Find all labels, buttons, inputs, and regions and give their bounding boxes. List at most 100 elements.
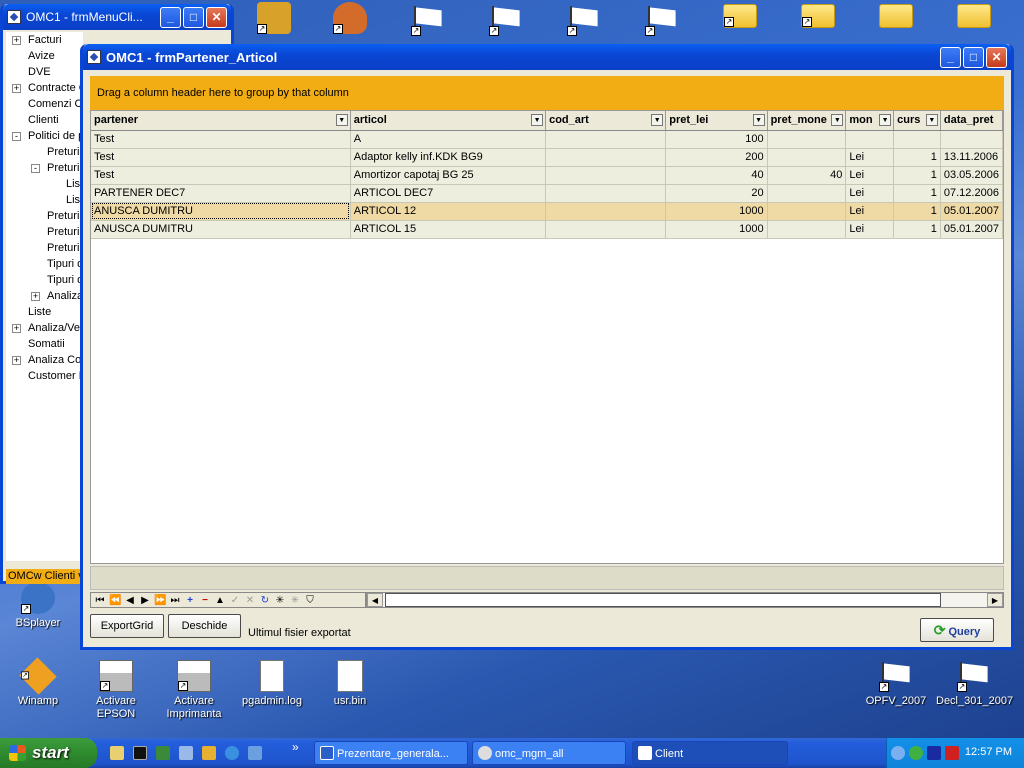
tree-item[interactable]: Liste	[6, 304, 83, 320]
column-header[interactable]: articol ▼	[350, 111, 547, 131]
maximize-button[interactable]: □	[963, 47, 984, 68]
tree-item[interactable]: Preturi p	[6, 208, 83, 224]
table-cell[interactable]: 1000	[665, 220, 768, 239]
column-filter-dropdown-icon[interactable]: ▼	[752, 114, 765, 126]
table-cell[interactable]	[545, 166, 667, 185]
table-row[interactable]: Test Amortizor capotaj BG 25 40 40 Lei 1 03.05…	[91, 166, 1003, 185]
tree-item[interactable]: Clienti	[6, 112, 83, 128]
table-cell[interactable]: 40	[665, 166, 768, 185]
tree-item[interactable]: + Contracte C	[6, 80, 83, 96]
network-icon[interactable]	[179, 746, 193, 760]
table-cell[interactable]: Amortizor capotaj BG 25	[350, 166, 547, 185]
show-desktop-icon[interactable]	[110, 746, 124, 760]
table-cell[interactable]	[545, 184, 667, 203]
table-cell[interactable]: ARTICOL 15	[350, 220, 547, 239]
tree-item[interactable]: List	[6, 192, 83, 208]
next-record-icon[interactable]: ▶	[139, 595, 151, 606]
internet-explorer-icon[interactable]	[225, 746, 239, 760]
desktop-folder-3[interactable]	[858, 4, 934, 31]
desktop-icon-flag-2[interactable]: ↗	[468, 4, 544, 39]
table-cell[interactable]	[767, 220, 847, 239]
desktop-icon-opfv-2007[interactable]: ↗ OPFV_2007	[858, 660, 934, 708]
table-cell[interactable]	[767, 184, 847, 203]
column-filter-dropdown-icon[interactable]: ▼	[335, 114, 348, 126]
filter-icon[interactable]: ⛉	[304, 595, 316, 606]
table-cell[interactable]: Test	[91, 148, 351, 167]
desktop-icon-winamp[interactable]: ↗ Winamp	[0, 657, 76, 708]
photo-icon[interactable]	[156, 746, 170, 760]
desktop-icon-activare-imprimanta[interactable]: ↗ Activare Imprimanta	[156, 660, 232, 721]
command-prompt-icon[interactable]	[133, 746, 147, 760]
table-cell[interactable]: 1	[893, 166, 941, 185]
tree-item[interactable]: DVE	[6, 64, 83, 80]
desktop-folder-1[interactable]: ↗	[702, 4, 778, 31]
minimize-button[interactable]: _	[940, 47, 961, 68]
column-filter-dropdown-icon[interactable]: ▼	[531, 114, 544, 126]
tree-item[interactable]: -Preturi p	[6, 160, 83, 176]
quicklaunch-more-icon[interactable]: »	[292, 740, 299, 754]
post-icon[interactable]: ✓	[229, 595, 241, 606]
collapse-icon[interactable]: -	[12, 132, 21, 141]
next-page-icon[interactable]: ⏩	[154, 595, 166, 606]
scroll-thumb[interactable]	[385, 593, 941, 607]
tree-item[interactable]: + Analiza/Ver	[6, 320, 83, 336]
scroll-left-icon[interactable]: ◀	[367, 593, 383, 607]
tree-item[interactable]: Tipuri d	[6, 272, 83, 288]
table-cell[interactable]	[767, 148, 847, 167]
edit-icon[interactable]: ▲	[214, 595, 226, 606]
table-cell[interactable]: ANUSCA DUMITRU	[91, 220, 351, 239]
desktop-icon-flag-4[interactable]: ↗	[624, 4, 700, 39]
table-cell[interactable]: 40	[767, 166, 847, 185]
maximize-button[interactable]: □	[183, 7, 204, 28]
table-cell[interactable]	[545, 202, 667, 221]
column-filter-dropdown-icon[interactable]: ▼	[651, 114, 664, 126]
tree-item[interactable]: + Facturi	[6, 32, 83, 48]
desktop-icon-decl-301-2007[interactable]: ↗ Decl_301_2007	[936, 660, 1013, 708]
column-filter-dropdown-icon[interactable]: ▼	[831, 114, 844, 126]
column-header[interactable]: data_pret	[940, 111, 1003, 131]
tree-item[interactable]: Comenzi Cli	[6, 96, 83, 112]
table-cell[interactable]: Lei	[845, 220, 895, 239]
goto-bookmark-icon[interactable]: ✳	[289, 595, 301, 606]
column-header[interactable]: cod_art ▼	[545, 111, 667, 131]
last-page-icon[interactable]: ⏭	[169, 595, 181, 606]
column-filter-dropdown-icon[interactable]: ▼	[879, 114, 892, 126]
table-cell[interactable]	[545, 220, 667, 239]
desktop-icon-usr-bin[interactable]: usr.bin	[312, 660, 388, 708]
tree-item[interactable]: List	[6, 176, 83, 192]
table-cell[interactable]: Test	[91, 166, 351, 185]
table-cell[interactable]: Lei	[845, 148, 895, 167]
open-button[interactable]: Deschide	[168, 614, 241, 638]
tree-item[interactable]: Preturi p	[6, 224, 83, 240]
table-cell[interactable]	[940, 130, 1003, 149]
desktop-icon-flag-3[interactable]: ↗	[546, 4, 622, 39]
task-prezentare[interactable]: Prezentare_generala...	[314, 741, 468, 765]
table-cell[interactable]: 13.11.2006	[940, 148, 1003, 167]
collapse-icon[interactable]: -	[31, 164, 40, 173]
table-cell[interactable]: ARTICOL 12	[350, 202, 547, 221]
table-cell[interactable]	[767, 130, 847, 149]
antivirus-icon[interactable]	[945, 746, 959, 760]
minimize-button[interactable]: _	[160, 7, 181, 28]
query-button[interactable]: ⟳ Query	[920, 618, 994, 642]
table-cell[interactable]: 1000	[665, 202, 768, 221]
table-cell[interactable]: 1	[893, 220, 941, 239]
tray-collapse-icon[interactable]	[891, 746, 905, 760]
messenger-status-icon[interactable]	[909, 746, 923, 760]
table-cell[interactable]: 20	[665, 184, 768, 203]
table-cell[interactable]: Adaptor kelly inf.KDK BG9	[350, 148, 547, 167]
horizontal-scrollbar[interactable]: ◀ ▶	[366, 592, 1004, 608]
tree-item[interactable]: Avize	[6, 48, 83, 64]
column-header[interactable]: pret_lei ▼	[665, 111, 768, 131]
table-cell[interactable]: 1	[893, 184, 941, 203]
table-row[interactable]: Test Adaptor kelly inf.KDK BG9 200 Lei 1 13.1…	[91, 148, 1003, 167]
refresh-icon[interactable]: ↻	[259, 595, 271, 606]
prev-record-icon[interactable]: ◀	[124, 595, 136, 606]
table-cell[interactable]: 100	[665, 130, 768, 149]
desktop-icon-flag-1[interactable]: ↗	[390, 4, 466, 39]
tree-item[interactable]: + Analiza Cor	[6, 352, 83, 368]
desktop-icon-bsplayer[interactable]: ↗ BSplayer	[0, 582, 76, 630]
export-grid-button[interactable]: ExportGrid	[90, 614, 164, 638]
prev-page-icon[interactable]: ⏪	[109, 595, 121, 606]
desktop-icon-fox[interactable]: ↗	[312, 2, 388, 37]
